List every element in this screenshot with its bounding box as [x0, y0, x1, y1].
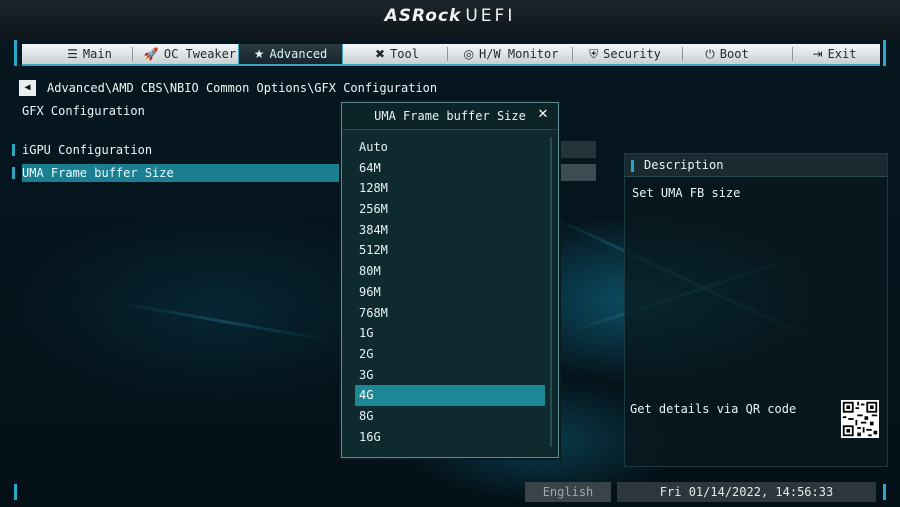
nav-edge-right	[883, 40, 886, 66]
tab-label: Security	[603, 47, 661, 61]
option-list: Auto 64M 128M 256M 384M 512M 80M 96M 768…	[355, 137, 545, 447]
option-item[interactable]: Auto	[355, 137, 545, 158]
tab-main[interactable]: ☰ Main	[47, 44, 132, 64]
option-item[interactable]: 384M	[355, 220, 545, 241]
option-item[interactable]: 768M	[355, 303, 545, 324]
option-item[interactable]: 3G	[355, 365, 545, 386]
item-marker	[12, 144, 15, 156]
datetime-display: Fri 01/14/2022, 14:56:33	[617, 482, 876, 502]
star-icon: ★	[253, 47, 265, 61]
nav-edge-left	[14, 40, 17, 66]
option-item[interactable]: 1G	[355, 323, 545, 344]
option-item-selected[interactable]: 4G	[355, 385, 545, 406]
header-marker	[631, 159, 634, 172]
menu-item-igpu-configuration[interactable]: iGPU Configuration	[12, 141, 153, 159]
page-title: GFX Configuration	[22, 104, 145, 118]
tab-boot[interactable]: ⏻ Boot	[687, 44, 767, 64]
tab-label: Main	[82, 47, 112, 61]
menu-item-label: UMA Frame buffer Size	[22, 166, 174, 180]
tab-label: Advanced	[269, 47, 328, 61]
tab-security[interactable]: ⛨ Security	[575, 44, 675, 64]
back-arrow-icon: ◀	[24, 82, 31, 93]
tab-separator	[447, 47, 448, 61]
tab-exit[interactable]: ⇥ Exit	[797, 44, 872, 64]
brand-logo: ASRock UEFI	[0, 6, 900, 26]
power-icon: ⏻	[705, 47, 715, 61]
option-item[interactable]: 64M	[355, 158, 545, 179]
tab-advanced[interactable]: ★ Advanced	[238, 44, 343, 64]
tab-label: OC Tweaker	[163, 47, 237, 61]
back-button[interactable]: ◀	[19, 80, 36, 96]
language-button[interactable]: English	[525, 482, 611, 502]
option-item[interactable]: 80M	[355, 261, 545, 282]
option-item[interactable]: 2G	[355, 344, 545, 365]
tab-label: Tool	[390, 47, 419, 61]
tab-bar: ☰ Main 🚀 OC Tweaker ★ Advanced ✖ Tool ◎ H/W M…	[22, 44, 880, 66]
top-bar: ASRock UEFI	[0, 0, 900, 40]
description-text: Set UMA FB size	[632, 186, 741, 200]
popup-title-text: UMA Frame buffer Size	[374, 109, 526, 123]
qr-code-icon	[841, 400, 879, 438]
qr-label: Get details via QR code	[630, 402, 797, 416]
tools-icon: ✖	[375, 47, 386, 61]
tab-separator	[132, 47, 133, 61]
option-item[interactable]: 96M	[355, 282, 545, 303]
description-heading: Description	[644, 158, 724, 172]
monitor-icon: ◎	[463, 47, 474, 61]
option-popup: UMA Frame buffer Size ✕ Auto 64M 128M 25…	[341, 102, 559, 458]
breadcrumb: Advanced\AMD CBS\NBIO Common Options\GFX…	[47, 81, 438, 95]
tab-hw-monitor[interactable]: ◎ H/W Monitor	[452, 44, 570, 64]
option-item[interactable]: 8G	[355, 406, 545, 427]
brand-name: ASRock	[384, 6, 462, 26]
tab-separator	[792, 47, 793, 61]
rocket-icon: 🚀	[143, 47, 159, 61]
menu-item-label: iGPU Configuration	[22, 143, 153, 157]
product-name: UEFI	[465, 6, 516, 26]
item-marker	[12, 167, 15, 179]
description-panel: Description Set UMA FB size Get details …	[624, 153, 888, 467]
menu-item-uma-frame-buffer-size[interactable]: UMA Frame buffer Size	[12, 164, 342, 182]
tab-label: Boot	[719, 47, 749, 61]
option-item[interactable]: 16G	[355, 427, 545, 448]
description-header: Description	[625, 154, 887, 177]
tab-separator	[572, 47, 573, 61]
tab-tool[interactable]: ✖ Tool	[352, 44, 442, 64]
popup-scrollbar[interactable]	[550, 137, 552, 447]
status-edge-left	[14, 484, 17, 500]
list-icon: ☰	[67, 47, 78, 61]
shield-icon: ⛨	[589, 47, 599, 61]
option-item[interactable]: 512M	[355, 240, 545, 261]
tab-oc-tweaker[interactable]: 🚀 OC Tweaker	[134, 44, 246, 64]
close-icon[interactable]: ✕	[536, 108, 550, 122]
tab-label: H/W Monitor	[479, 47, 559, 61]
popup-title: UMA Frame buffer Size	[342, 103, 558, 130]
exit-icon: ⇥	[812, 47, 823, 61]
option-item[interactable]: 256M	[355, 199, 545, 220]
status-edge-right	[883, 484, 886, 500]
tab-separator	[682, 47, 683, 61]
tab-label: Exit	[827, 47, 857, 61]
option-item[interactable]: 128M	[355, 178, 545, 199]
